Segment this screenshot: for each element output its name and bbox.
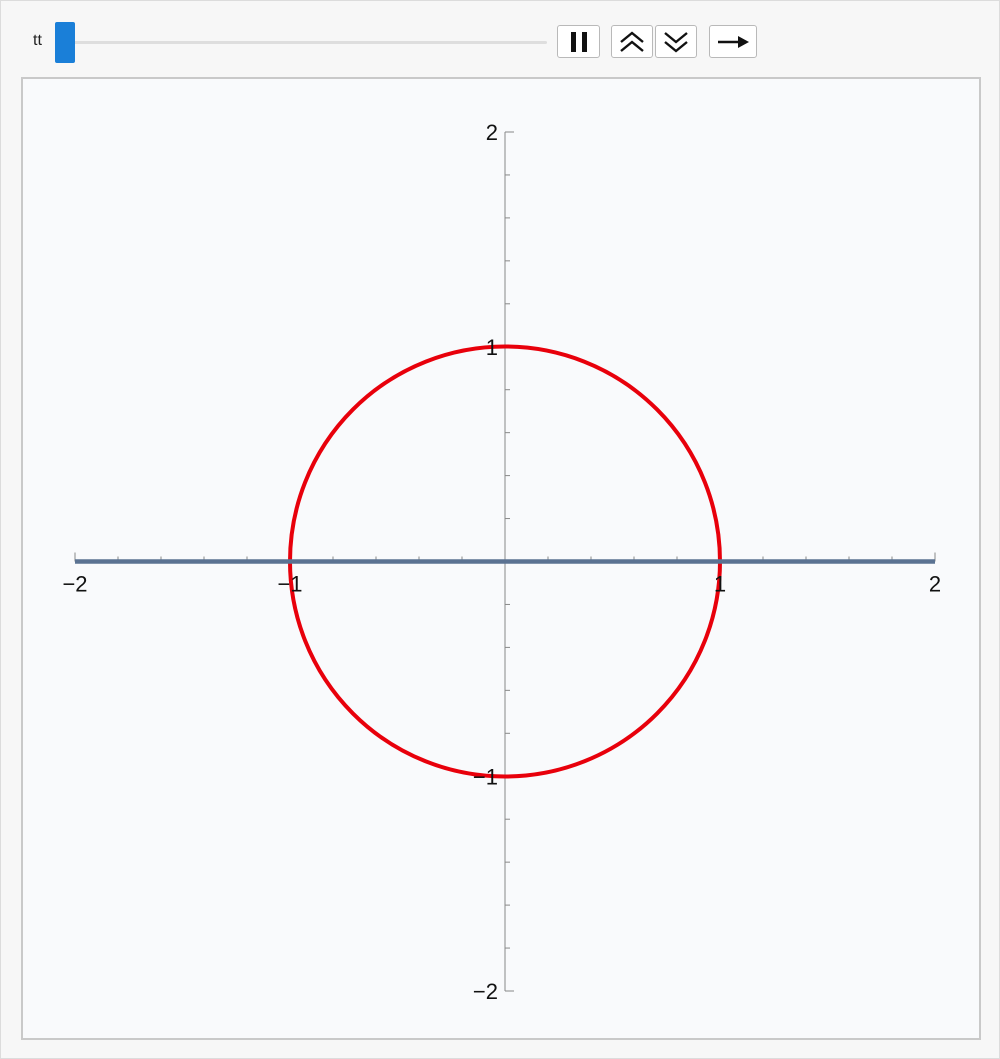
faster-button[interactable]	[611, 25, 653, 58]
x-tick-label: −1	[277, 572, 302, 597]
animation-slider-thumb[interactable]	[55, 22, 75, 63]
y-tick-label: 2	[486, 120, 498, 145]
animation-controls: tt	[1, 1, 999, 77]
pause-button[interactable]	[557, 25, 600, 58]
variable-label: tt	[33, 32, 42, 49]
double-chevron-down-icon	[664, 31, 688, 53]
slower-button[interactable]	[655, 25, 697, 58]
plot-canvas: −2 −1 1 2 2 1 −1 −2	[62, 120, 941, 1004]
animation-slider-track[interactable]	[73, 41, 547, 44]
x-tick-label: −2	[62, 572, 87, 597]
y-tick-label: 1	[486, 335, 498, 360]
arrow-right-icon	[718, 35, 749, 48]
x-tick-label: 2	[929, 572, 941, 597]
manipulate-panel: tt −2 −1 1 2 2 1 −1 −2	[0, 0, 1000, 1059]
y-tick-label: −1	[473, 764, 498, 789]
plot-area: −2 −1 1 2 2 1 −1 −2	[21, 77, 981, 1040]
direction-button[interactable]	[709, 25, 757, 58]
x-tick-label: 1	[714, 572, 726, 597]
double-chevron-up-icon	[620, 30, 644, 52]
pause-icon	[570, 31, 587, 52]
y-tick-label: −2	[473, 979, 498, 1004]
